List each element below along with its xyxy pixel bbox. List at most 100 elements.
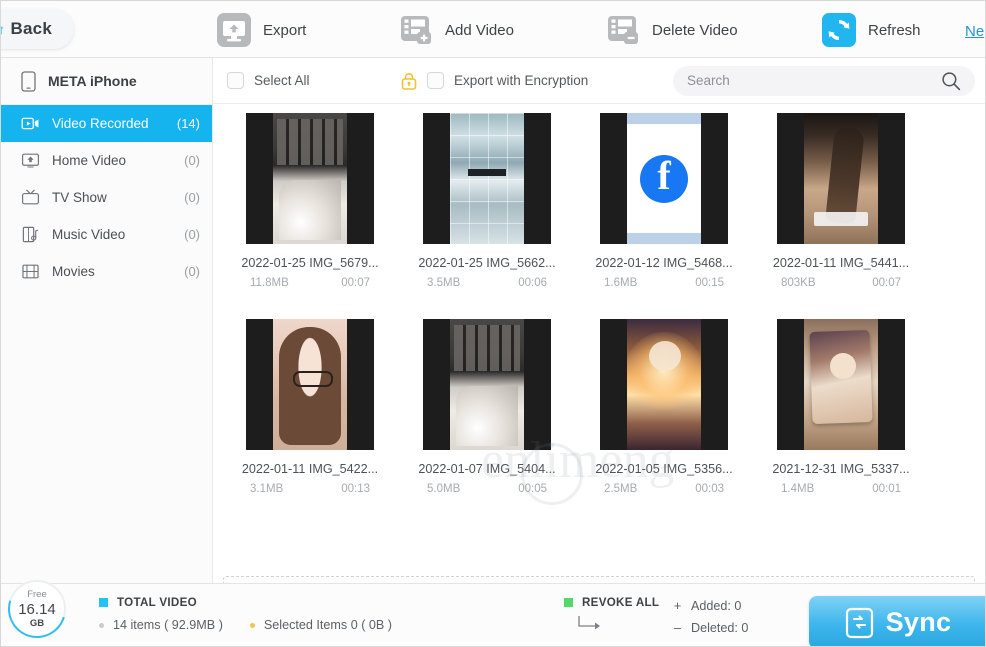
video-grid: 2022-01-25 IMG_5679... 11.8MB 00:07 2022… <box>213 104 986 525</box>
video-duration: 00:13 <box>341 483 370 495</box>
sidebar-item-tv-show[interactable]: TV Show (0) <box>1 179 212 216</box>
sync-icon <box>845 607 874 639</box>
select-all-control[interactable]: Select All <box>227 72 310 89</box>
video-meta: 3.1MB 00:13 <box>246 483 374 495</box>
video-thumbnail[interactable] <box>246 113 374 244</box>
video-thumbnail[interactable]: f <box>600 113 728 244</box>
video-thumbnail[interactable] <box>423 113 551 244</box>
video-name: 2021-12-31 IMG_5337... <box>772 462 909 476</box>
video-duration: 00:06 <box>518 277 547 289</box>
sidebar-item-music-video[interactable]: Music Video (0) <box>1 216 212 253</box>
video-duration: 00:01 <box>872 483 901 495</box>
items-dot <box>99 623 104 628</box>
video-size: 3.1MB <box>250 483 283 495</box>
video-thumbnail[interactable] <box>777 319 905 450</box>
total-video-title: TOTAL VIDEO <box>117 596 197 609</box>
add-video-button[interactable]: Add Video <box>398 10 514 50</box>
phone-icon <box>21 71 36 92</box>
film-icon <box>21 262 40 281</box>
back-button[interactable]: Back <box>0 9 74 49</box>
deleted-text: Deleted: 0 <box>691 621 748 635</box>
thumbnail-art <box>273 113 347 244</box>
select-all-checkbox[interactable] <box>227 72 244 89</box>
video-size: 2.5MB <box>604 483 637 495</box>
app-window: Back Export <box>0 0 986 647</box>
video-size: 11.8MB <box>250 277 289 289</box>
video-thumbnail[interactable] <box>777 113 905 244</box>
free-space-unit: GB <box>30 619 44 629</box>
video-item[interactable]: 2022-01-25 IMG_5679... 11.8MB 00:07 <box>222 113 398 319</box>
thumbnail-art <box>450 319 524 450</box>
video-meta: 803KB 00:07 <box>777 277 905 289</box>
video-item[interactable]: 2022-01-07 IMG_5404... 5.0MB 00:05 <box>399 319 575 525</box>
sidebar-label-home-video: Home Video <box>52 153 184 168</box>
revoke-all-arrow-row <box>564 616 659 629</box>
delete-video-icon <box>605 12 641 48</box>
import-notice: It's not allowed to import videos to thi… <box>223 576 975 583</box>
thumbnail-art <box>273 319 347 450</box>
video-duration: 00:07 <box>341 277 370 289</box>
add-video-icon <box>398 12 434 48</box>
top-toolbar: Back Export <box>1 1 986 58</box>
sync-button[interactable]: Sync <box>809 596 986 647</box>
thumbnail-art <box>804 113 878 244</box>
video-size: 803KB <box>781 277 816 289</box>
search-input[interactable] <box>687 73 941 88</box>
sync-label: Sync <box>886 607 952 638</box>
export-button[interactable]: Export <box>216 10 306 50</box>
sidebar-count-video-recorded: (14) <box>177 116 200 131</box>
facebook-icon: f <box>640 155 688 203</box>
video-item[interactable]: 2021-12-31 IMG_5337... 1.4MB 00:01 <box>753 319 929 525</box>
revoke-all-title-row[interactable]: REVOKE ALL <box>564 596 659 609</box>
video-grid-area: 2022-01-25 IMG_5679... 11.8MB 00:07 2022… <box>213 104 986 583</box>
search-box[interactable] <box>673 66 975 96</box>
video-meta: 1.6MB 00:15 <box>600 277 728 289</box>
video-meta: 2.5MB 00:03 <box>600 483 728 495</box>
added-sign: + <box>673 598 682 613</box>
export-icon <box>216 12 252 48</box>
video-thumbnail[interactable] <box>423 319 551 450</box>
tv-icon <box>21 188 40 207</box>
device-row[interactable]: META iPhone <box>1 58 212 105</box>
video-meta: 5.0MB 00:05 <box>423 483 551 495</box>
status-bar: Free 16.14 GB TOTAL VIDEO 14 items ( 92.… <box>1 583 986 647</box>
video-item[interactable]: 2022-01-11 IMG_5422... 3.1MB 00:13 <box>222 319 398 525</box>
revoke-all-group[interactable]: REVOKE ALL <box>564 596 659 629</box>
refresh-button[interactable]: Refresh <box>821 10 921 50</box>
content-toolbar: Select All Export with Encryption <box>213 58 986 104</box>
new-link[interactable]: Ne <box>965 23 986 40</box>
export-label: Export <box>263 22 306 39</box>
export-encryption-checkbox[interactable] <box>427 72 444 89</box>
search-icon[interactable] <box>941 71 961 91</box>
video-thumbnail[interactable] <box>246 319 374 450</box>
video-thumbnail[interactable] <box>600 319 728 450</box>
sidebar-label-music-video: Music Video <box>52 227 184 242</box>
deleted-sign: – <box>673 620 682 635</box>
video-name: 2022-01-12 IMG_5468... <box>595 256 732 270</box>
video-duration: 00:15 <box>695 277 724 289</box>
home-icon <box>0 21 5 37</box>
video-item[interactable]: f 2022-01-12 IMG_5468... 1.6MB 00:15 <box>576 113 752 319</box>
lock-icon <box>401 72 417 90</box>
video-name: 2022-01-05 IMG_5356... <box>595 462 732 476</box>
video-camera-icon <box>21 114 40 133</box>
added-row: + Added: 0 <box>673 598 748 613</box>
selected-dot <box>250 623 255 628</box>
total-video-group: TOTAL VIDEO 14 items ( 92.9MB ) Selected… <box>99 596 392 632</box>
added-text: Added: 0 <box>691 599 741 613</box>
export-encryption-control[interactable]: Export with Encryption <box>401 72 588 90</box>
thumbnail-art: f <box>627 113 701 244</box>
sidebar-label-movies: Movies <box>52 264 184 279</box>
device-name: META iPhone <box>48 73 137 89</box>
video-item[interactable]: 2022-01-05 IMG_5356... 2.5MB 00:03 <box>576 319 752 525</box>
sidebar-item-home-video[interactable]: Home Video (0) <box>1 142 212 179</box>
video-duration: 00:03 <box>695 483 724 495</box>
thumbnail-art <box>627 319 701 450</box>
video-item[interactable]: 2022-01-11 IMG_5441... 803KB 00:07 <box>753 113 929 319</box>
delete-video-button[interactable]: Delete Video <box>605 10 738 50</box>
total-video-counts: 14 items ( 92.9MB ) Selected Items 0 ( 0… <box>99 618 392 632</box>
sidebar-item-video-recorded[interactable]: Video Recorded (14) <box>1 105 212 142</box>
video-item[interactable]: 2022-01-25 IMG_5662... 3.5MB 00:06 <box>399 113 575 319</box>
sidebar-item-movies[interactable]: Movies (0) <box>1 253 212 290</box>
arrow-right-icon <box>578 616 600 629</box>
